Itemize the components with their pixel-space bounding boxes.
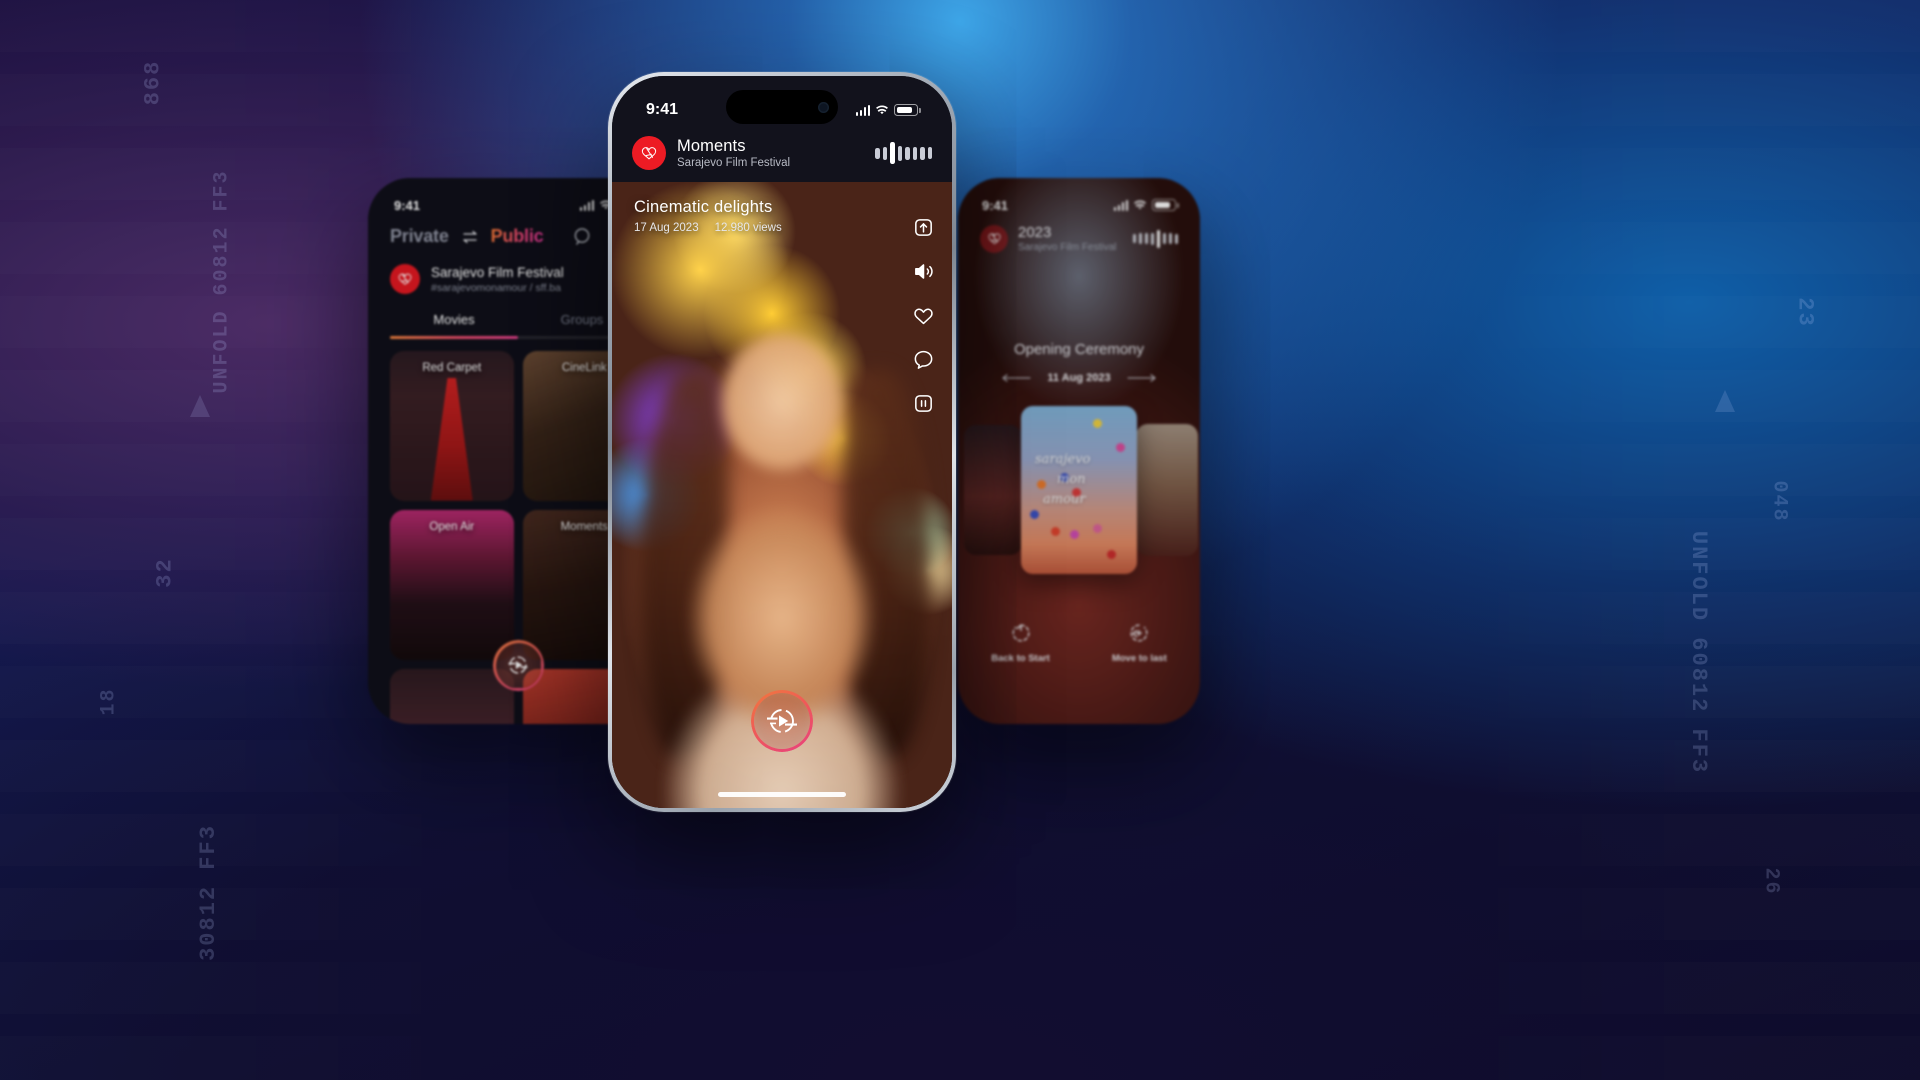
film-mark: 30812 FF3: [195, 824, 221, 961]
film-mark: 32: [152, 557, 178, 588]
media-caption: Cinematic delights 17 Aug 2023 12.980 vi…: [634, 198, 782, 234]
profile-handle: #sarajevomonamour / sff.ba: [431, 281, 561, 294]
cellular-bars-icon: [1113, 199, 1128, 211]
play-button[interactable]: [751, 690, 813, 752]
cellular-bars-icon: [579, 199, 594, 211]
postcard-sarajevo-mon-amour[interactable]: sarajevo mon amour: [1021, 406, 1137, 574]
card-open-air[interactable]: Open Air: [390, 509, 514, 660]
right-phone-actions: Back to Start Move to last: [958, 622, 1200, 664]
front-camera-icon: [818, 101, 829, 113]
right-phone-section-title: Opening Ceremony: [1013, 341, 1145, 358]
audio-waveform-icon[interactable]: [1132, 229, 1178, 248]
comment-button[interactable]: [912, 348, 935, 371]
film-mark: 868: [140, 59, 166, 106]
volume-icon: [915, 264, 933, 279]
status-time: 9:41: [646, 101, 679, 118]
sff-heart-logo-icon: [980, 224, 1008, 253]
glitch-play-icon: [767, 709, 797, 733]
swap-arrows-icon[interactable]: [461, 229, 479, 245]
media-views: 12.980 views: [714, 222, 782, 234]
card-label: Open Air: [429, 520, 475, 533]
tab-movies[interactable]: Movies: [390, 312, 518, 336]
media-action-rail: [912, 216, 935, 415]
film-triangle-mark: [190, 395, 210, 417]
arrow-left-icon[interactable]: [1001, 373, 1031, 383]
share-icon: [915, 219, 932, 236]
comment-icon: [914, 350, 933, 369]
rotate-ccw-icon: [1012, 624, 1029, 642]
like-button[interactable]: [912, 304, 935, 327]
status-time: 9:41: [982, 197, 1009, 213]
move-to-last-button[interactable]: Move to last: [1112, 622, 1167, 664]
share-button[interactable]: [912, 216, 935, 239]
page-subtitle: Sarajevo Film Festival: [677, 157, 791, 170]
film-mark: 18: [97, 687, 121, 716]
postcard-line-2: mon: [1057, 472, 1086, 488]
right-status-bar: 9:41: [958, 178, 1200, 218]
film-mark: 048: [1767, 480, 1791, 523]
heart-icon: [914, 308, 933, 325]
right-phone-year: 2023: [1018, 224, 1052, 241]
play-button[interactable]: [495, 642, 541, 688]
date-navigator: 11 Aug 2023: [958, 372, 1200, 384]
carousel-card-next[interactable]: [1136, 424, 1198, 556]
right-phone-subtitle: Sarajevo Film Festival: [1018, 242, 1117, 253]
arrow-right-icon[interactable]: [1127, 373, 1157, 383]
main-phone-screen: 9:41 Moments Sarajevo Film Festival Cine…: [612, 76, 952, 808]
volume-button[interactable]: [912, 260, 935, 283]
sff-heart-logo-icon: [390, 264, 420, 294]
media-player[interactable]: Cinematic delights 17 Aug 2023 12.980 vi…: [612, 182, 952, 808]
right-phone[interactable]: 9:41 2023 Sarajevo Film Festival Opening…: [958, 178, 1200, 724]
right-phone-screen: 9:41 2023 Sarajevo Film Festival Opening…: [958, 178, 1200, 724]
film-triangle-mark: [1715, 390, 1735, 412]
main-phone[interactable]: 9:41 Moments Sarajevo Film Festival Cine…: [608, 72, 956, 812]
right-phone-header: 2023 Sarajevo Film Festival: [958, 218, 1200, 253]
glitch-play-icon: [508, 656, 528, 674]
battery-icon: [894, 104, 921, 116]
back-to-start-label: Back to Start: [991, 653, 1050, 664]
card-label: Red Carpet: [422, 361, 482, 374]
battery-icon: [1152, 199, 1179, 211]
postcard-line-1: sarajevo: [1035, 452, 1091, 467]
audio-waveform-icon[interactable]: [875, 141, 932, 165]
postcard-text: sarajevo mon amour: [1035, 450, 1090, 510]
back-to-start-button[interactable]: Back to Start: [991, 622, 1050, 664]
media-date: 17 Aug 2023: [634, 222, 699, 234]
pause-icon: [915, 395, 932, 412]
tab-private[interactable]: Private: [390, 226, 449, 247]
film-mark: UNFOLD 60812 FF3: [210, 169, 234, 394]
film-mark: 23: [1792, 297, 1818, 328]
dynamic-island: [726, 90, 838, 124]
status-time: 9:41: [394, 197, 421, 213]
postcard-line-3: amour: [1043, 492, 1086, 508]
wifi-icon: [1134, 200, 1146, 209]
page-title: Moments: [677, 136, 746, 155]
profile-name: Sarajevo Film Festival: [431, 264, 564, 280]
pause-button[interactable]: [912, 392, 935, 415]
search-icon[interactable]: [573, 227, 592, 246]
cellular-bars-icon: [855, 104, 870, 116]
move-to-last-label: Move to last: [1111, 653, 1167, 664]
media-title: Cinematic delights: [634, 198, 773, 216]
carousel-card-prev[interactable]: [964, 425, 1022, 555]
film-mark: 26: [1759, 867, 1783, 896]
current-date: 11 Aug 2023: [1047, 372, 1111, 384]
home-indicator: [718, 792, 846, 797]
rotate-cw-plus-icon: [1130, 624, 1148, 642]
card-red-carpet[interactable]: Red Carpet: [390, 350, 514, 501]
wifi-icon: [876, 105, 888, 114]
main-status-bar: 9:41: [612, 76, 952, 128]
sff-heart-logo-icon[interactable]: [632, 136, 666, 170]
main-phone-header: Moments Sarajevo Film Festival: [612, 128, 952, 182]
memory-card-carousel[interactable]: sarajevo mon amour: [958, 404, 1200, 576]
tab-public[interactable]: Public: [491, 226, 544, 247]
film-mark: UNFOLD 60812 FF3: [1685, 530, 1711, 775]
